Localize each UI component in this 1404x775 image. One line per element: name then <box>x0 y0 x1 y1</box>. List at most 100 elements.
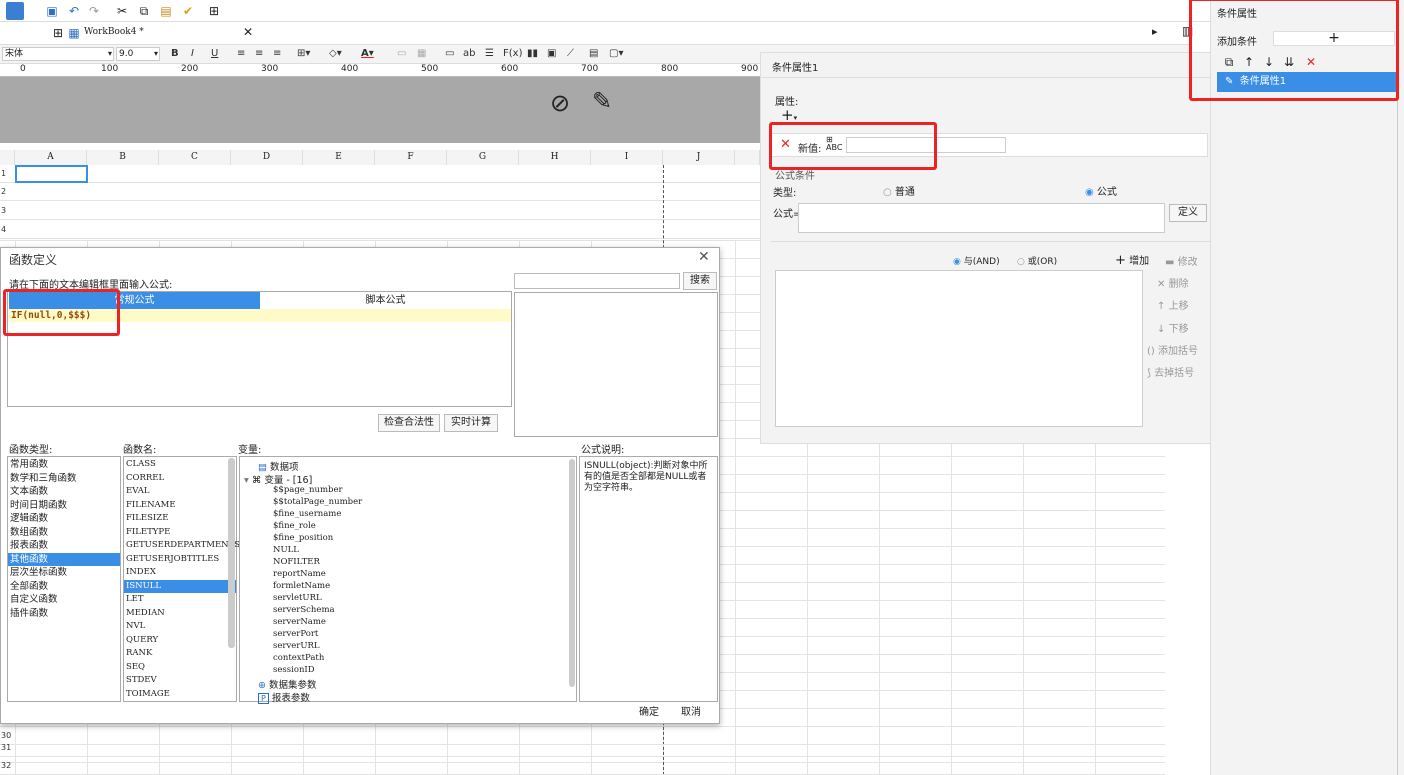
selected-cell[interactable] <box>15 165 88 183</box>
corner-cell[interactable] <box>0 150 15 165</box>
variable-item[interactable]: sessionID <box>273 664 362 676</box>
unmerge-icon[interactable]: ▦ <box>414 46 429 62</box>
move-up-button[interactable]: ↑ 上移 <box>1157 297 1189 312</box>
function-name-item[interactable]: QUERY <box>124 634 236 648</box>
variable-item[interactable]: NOFILTER <box>273 556 362 568</box>
insert-cell-icon[interactable]: ▭ <box>442 46 457 62</box>
variable-item[interactable]: serverSchema <box>273 604 362 616</box>
and-radio[interactable]: ◉ 与(AND) <box>953 254 1000 267</box>
variable-item[interactable]: formletName <box>273 580 362 592</box>
search-input[interactable] <box>514 273 680 289</box>
tree-dataset-params[interactable]: ⊕ 数据集参数 <box>258 677 317 691</box>
type-formula-radio[interactable]: ◉ 公式 <box>1085 183 1117 198</box>
function-name-item[interactable]: EVAL <box>124 485 236 499</box>
chart-icon[interactable]: ▮▮ <box>524 46 541 62</box>
workbook-tab-title[interactable]: WorkBook4 * <box>84 27 144 37</box>
function-name-item[interactable]: SEQ <box>124 661 236 675</box>
delete-button[interactable]: ✕ 删除 <box>1157 275 1189 290</box>
function-type-item[interactable]: 层次坐标函数 <box>8 566 120 580</box>
tab-script-formula[interactable]: 脚本公式 <box>260 292 511 309</box>
slash-icon[interactable]: ⟋ <box>564 46 577 62</box>
align-left-icon[interactable]: ≡ <box>234 46 248 62</box>
subreport-icon[interactable]: ▤ <box>586 46 601 62</box>
cancel-button[interactable]: 取消 <box>673 705 709 723</box>
function-type-item[interactable]: 逻辑函数 <box>8 512 120 526</box>
search-button[interactable]: 搜索 <box>683 272 717 290</box>
row-header[interactable]: 4 <box>0 221 15 239</box>
edit-pencil-icon[interactable]: ✎ <box>592 87 612 115</box>
function-name-item[interactable]: MEDIAN <box>124 607 236 621</box>
column-header-blank[interactable] <box>735 150 760 165</box>
italic-button[interactable]: I <box>188 46 197 62</box>
widget-icon[interactable]: ▢▾ <box>606 46 626 62</box>
save-icon[interactable]: ▣ <box>44 3 60 19</box>
variable-item[interactable]: serverName <box>273 616 362 628</box>
search-results[interactable] <box>514 292 718 437</box>
function-type-item[interactable]: 数组函数 <box>8 526 120 540</box>
function-type-item[interactable]: 其他函数 <box>8 552 120 566</box>
format-painter-icon[interactable]: ✔ <box>180 3 196 19</box>
tree-data-item[interactable]: ▤ 数据项 <box>258 459 299 473</box>
row-header[interactable]: 2 <box>0 183 15 201</box>
align-center-icon[interactable]: ≡ <box>252 46 266 62</box>
condition-list[interactable] <box>775 270 1143 427</box>
function-name-item[interactable]: GETUSERDEPARTMENTS <box>124 539 240 553</box>
copy-icon[interactable]: ⧉ <box>136 3 152 19</box>
variable-item[interactable]: reportName <box>273 568 362 580</box>
move-down-button[interactable]: ↓ 下移 <box>1157 320 1189 335</box>
column-header[interactable]: C <box>159 150 231 165</box>
function-type-item[interactable]: 文本函数 <box>8 485 120 499</box>
row-header[interactable]: 31 <box>0 739 15 757</box>
ok-button[interactable]: 确定 <box>631 705 667 723</box>
column-header[interactable]: A <box>15 150 87 165</box>
formula-field[interactable] <box>798 203 1165 233</box>
type-normal-radio[interactable]: ○ 普通 <box>883 183 915 198</box>
variable-item[interactable]: $fine_role <box>273 520 362 532</box>
function-name-item[interactable]: CLASS <box>124 458 236 472</box>
app-menu-icon[interactable] <box>6 2 24 20</box>
function-type-item[interactable]: 数学和三角函数 <box>8 472 120 486</box>
function-name-item[interactable]: FILETYPE <box>124 526 236 540</box>
function-name-item[interactable]: INDEX <box>124 566 236 580</box>
function-name-item[interactable]: TOIMAGE <box>124 688 236 702</box>
function-name-item[interactable]: CORREL <box>124 472 236 486</box>
function-name-item[interactable]: RANK <box>124 647 236 661</box>
function-name-item[interactable]: GETUSERJOBTITLES <box>124 553 236 567</box>
column-header[interactable]: D <box>231 150 303 165</box>
bold-button[interactable]: B <box>168 46 182 62</box>
column-header[interactable]: G <box>447 150 519 165</box>
fill-color-icon[interactable]: ◇▾ <box>326 46 345 62</box>
function-name-item[interactable]: FILENAME <box>124 499 236 513</box>
underline-button[interactable]: U <box>208 46 221 62</box>
redo-icon[interactable]: ↷ <box>86 3 102 19</box>
modify-condition-button[interactable]: ▬ 修改 <box>1165 253 1198 268</box>
cut-icon[interactable]: ✂ <box>114 3 130 19</box>
row-header[interactable]: 32 <box>0 757 15 775</box>
column-header[interactable]: J <box>663 150 735 165</box>
function-type-item[interactable]: 自定义函数 <box>8 593 120 607</box>
variable-item[interactable]: NULL <box>273 544 362 556</box>
richtext-icon[interactable]: ☰ <box>482 46 497 62</box>
font-name-select[interactable]: 宋体 ▾ <box>2 47 114 61</box>
row-header[interactable]: 3 <box>0 202 15 220</box>
tree-report-params[interactable]: P 报表参数 <box>258 690 310 704</box>
variable-scrollbar[interactable] <box>569 459 575 687</box>
check-validity-button[interactable]: 检查合法性 <box>378 414 440 432</box>
variable-item[interactable]: serverURL <box>273 640 362 652</box>
function-type-item[interactable]: 常用函数 <box>8 458 120 472</box>
close-tab-icon[interactable]: ✕ <box>243 25 253 39</box>
variable-item[interactable]: $fine_position <box>273 532 362 544</box>
variable-item[interactable]: $$totalPage_number <box>273 496 362 508</box>
undo-icon[interactable]: ↶ <box>66 3 82 19</box>
realtime-calc-button[interactable]: 实时计算 <box>444 414 498 432</box>
function-type-item[interactable]: 插件函数 <box>8 607 120 621</box>
column-header[interactable]: E <box>303 150 375 165</box>
text-icon[interactable]: ab <box>460 46 478 62</box>
function-name-item[interactable]: FILESIZE <box>124 512 236 526</box>
row-header[interactable]: 1 <box>0 165 15 183</box>
merge-icon[interactable]: ▭ <box>394 46 409 62</box>
variable-item[interactable]: $fine_username <box>273 508 362 520</box>
function-name-item[interactable]: STDEV <box>124 674 236 688</box>
variable-item[interactable]: $$page_number <box>273 484 362 496</box>
function-type-item[interactable]: 报表函数 <box>8 539 120 553</box>
